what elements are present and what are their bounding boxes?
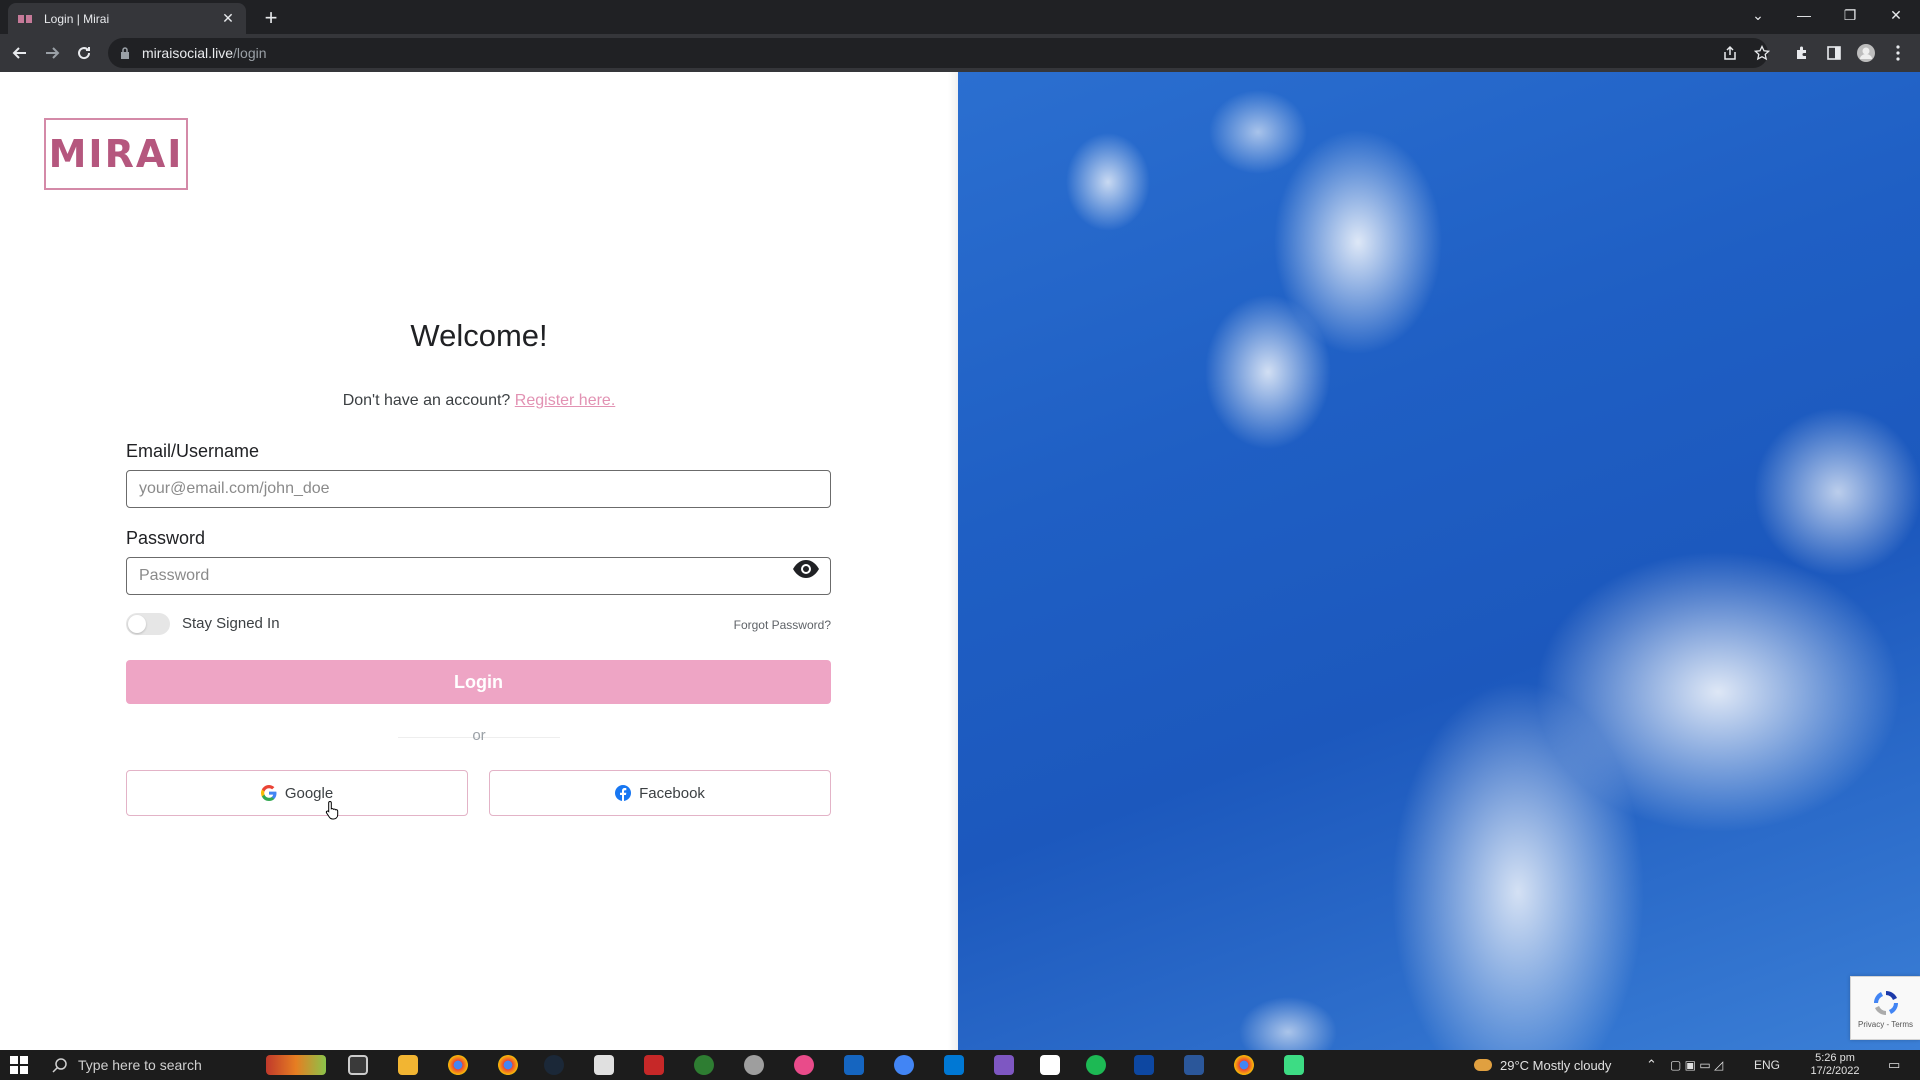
register-prompt-row: Don't have an account? Register here. bbox=[0, 392, 958, 410]
recaptcha-icon bbox=[1873, 990, 1898, 1015]
steam-app-icon[interactable] bbox=[1134, 1055, 1154, 1075]
restore-button[interactable]: ❐ bbox=[1828, 0, 1872, 30]
profile-avatar[interactable] bbox=[1852, 39, 1880, 67]
browser-tab[interactable]: Login | Mirai ✕ bbox=[8, 3, 246, 34]
email-username-input[interactable] bbox=[126, 470, 831, 508]
language-indicator[interactable]: ENG bbox=[1754, 1050, 1780, 1080]
app-icon-2[interactable] bbox=[644, 1055, 664, 1075]
url-host: miraisocial.live bbox=[142, 45, 234, 61]
toggle-knob bbox=[128, 615, 146, 633]
app-icon-5[interactable] bbox=[1040, 1055, 1060, 1075]
clock-date: 17/2/2022 bbox=[1810, 1065, 1860, 1077]
forgot-password-link[interactable]: Forgot Password? bbox=[706, 618, 831, 632]
facebook-button-label: Facebook bbox=[639, 784, 705, 802]
weather-widget[interactable]: 29°C Mostly cloudy bbox=[1474, 1050, 1611, 1080]
google-button-label: Google bbox=[284, 784, 334, 802]
android-studio-icon[interactable] bbox=[1284, 1055, 1304, 1075]
page-viewport: MIRAI Welcome! Don't have an account? Re… bbox=[0, 72, 1920, 1050]
new-tab-button[interactable]: + bbox=[258, 5, 284, 31]
xbox-icon[interactable] bbox=[694, 1055, 714, 1075]
osu-icon[interactable] bbox=[794, 1055, 814, 1075]
browser-toolbar: miraisocial.live/login bbox=[0, 34, 1920, 72]
search-icon bbox=[52, 1058, 67, 1073]
chrome-menu-icon[interactable] bbox=[1884, 39, 1912, 67]
url-path: /login bbox=[233, 45, 267, 61]
reload-icon bbox=[78, 47, 91, 60]
close-window-button[interactable]: ✕ bbox=[1874, 0, 1918, 30]
share-icon[interactable] bbox=[1716, 39, 1744, 67]
facebook-login-button[interactable]: Facebook bbox=[489, 770, 831, 816]
mirai-favicon-icon bbox=[18, 13, 34, 25]
windows-start-icon[interactable] bbox=[10, 1056, 28, 1074]
clock-time: 5:26 pm bbox=[1815, 1052, 1855, 1064]
extensions-puzzle-icon[interactable] bbox=[1788, 39, 1816, 67]
back-button[interactable] bbox=[6, 39, 34, 67]
notifications-icon[interactable]: ▭ bbox=[1888, 1050, 1900, 1080]
arrow-right-icon bbox=[46, 47, 60, 59]
stay-signed-in-label: Stay Signed In bbox=[182, 615, 280, 632]
google-login-button[interactable]: Google bbox=[126, 770, 468, 816]
arrow-left-icon bbox=[12, 47, 26, 59]
steam-icon[interactable] bbox=[544, 1055, 564, 1075]
panel-divider-shadow bbox=[948, 72, 958, 1050]
recaptcha-badge[interactable]: Privacy - Terms bbox=[1850, 976, 1920, 1040]
vscode-icon[interactable] bbox=[944, 1055, 964, 1075]
chrome-app-icon-active[interactable] bbox=[498, 1055, 518, 1075]
spotify-icon[interactable] bbox=[1086, 1055, 1106, 1075]
snow-sky-background-image bbox=[958, 72, 1920, 1050]
visual-studio-icon[interactable] bbox=[994, 1055, 1014, 1075]
google-g-icon bbox=[260, 785, 277, 801]
password-label: Password bbox=[126, 528, 206, 548]
tab-close-icon[interactable]: ✕ bbox=[220, 10, 236, 27]
search-highlight-image[interactable] bbox=[266, 1055, 326, 1075]
login-panel: MIRAI Welcome! Don't have an account? Re… bbox=[0, 72, 958, 1050]
facebook-icon bbox=[615, 785, 632, 801]
recaptcha-links[interactable]: Privacy - Terms bbox=[1858, 1020, 1913, 1029]
taskbar-clock[interactable]: 5:26 pm 17/2/2022 bbox=[1790, 1052, 1880, 1078]
welcome-heading: Welcome! bbox=[410, 318, 548, 353]
hand-pointer-cursor-icon bbox=[325, 800, 339, 820]
tab-search-chevron-icon[interactable]: ⌄ bbox=[1736, 0, 1780, 30]
mirai-logo[interactable]: MIRAI bbox=[44, 118, 188, 190]
address-bar[interactable]: miraisocial.live/login bbox=[108, 38, 1768, 68]
or-separator-text: or bbox=[472, 727, 486, 744]
reload-button[interactable] bbox=[70, 39, 98, 67]
app-icon-1[interactable] bbox=[594, 1055, 614, 1075]
minimize-button[interactable]: — bbox=[1782, 0, 1826, 30]
file-explorer-icon[interactable] bbox=[398, 1055, 418, 1075]
browser-tab-bar: Login | Mirai ✕ + ⌄ — ❐ ✕ bbox=[0, 0, 1920, 34]
chrome-app-icon-2[interactable] bbox=[1234, 1055, 1254, 1075]
register-prompt-text: Don't have an account? bbox=[342, 392, 511, 409]
tray-chevron-icon[interactable]: ⌃ bbox=[1646, 1050, 1657, 1080]
side-panel-icon[interactable] bbox=[1820, 39, 1848, 67]
login-button[interactable]: Login bbox=[126, 660, 831, 704]
chrome-app-icon[interactable] bbox=[448, 1055, 468, 1075]
tray-icons[interactable]: ▢ ▣ ▭ ◿ bbox=[1670, 1050, 1723, 1080]
weather-text: 29°C Mostly cloudy bbox=[1500, 1057, 1612, 1073]
lock-icon bbox=[121, 47, 129, 59]
chrome-profile-icon[interactable] bbox=[894, 1055, 914, 1075]
app-icon-4[interactable] bbox=[844, 1055, 864, 1075]
weather-cloud-icon bbox=[1474, 1059, 1492, 1071]
bookmark-star-icon[interactable] bbox=[1748, 39, 1776, 67]
task-view-icon[interactable] bbox=[348, 1055, 368, 1075]
register-link[interactable]: Register here. bbox=[515, 392, 616, 409]
windows-taskbar: Type here to search 29°C Mostly cloudy ⌃… bbox=[0, 1050, 1920, 1080]
password-input[interactable] bbox=[126, 557, 831, 595]
stay-signed-in-toggle[interactable] bbox=[126, 613, 170, 635]
eye-icon[interactable] bbox=[792, 559, 820, 579]
taskbar-search-placeholder: Type here to search bbox=[78, 1057, 202, 1073]
tab-title: Login | Mirai bbox=[44, 11, 110, 26]
logo-text: MIRAI bbox=[48, 132, 184, 176]
taskbar-search-box[interactable]: Type here to search bbox=[52, 1050, 252, 1080]
email-label: Email/Username bbox=[126, 441, 260, 461]
forward-button[interactable] bbox=[38, 39, 66, 67]
app-icon-3[interactable] bbox=[744, 1055, 764, 1075]
word-icon[interactable] bbox=[1184, 1055, 1204, 1075]
